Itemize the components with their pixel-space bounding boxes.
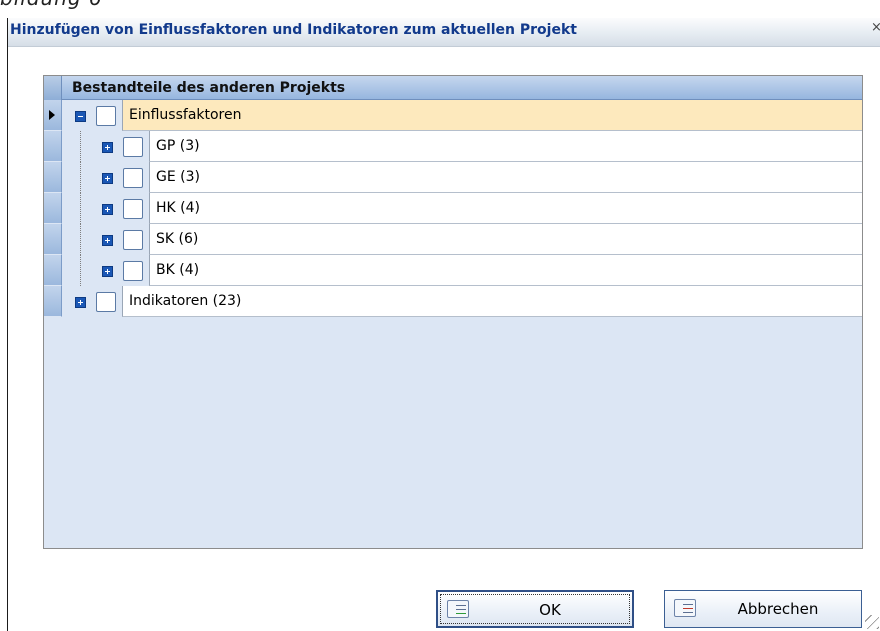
tree-row-hk[interactable]: HK (4) bbox=[44, 193, 862, 224]
cancel-button[interactable]: Abbrechen bbox=[664, 590, 862, 628]
components-tree: Bestandteile des anderen Projekts Einflu… bbox=[43, 75, 863, 549]
row-label: Einflussfaktoren bbox=[122, 100, 862, 131]
row-selector[interactable] bbox=[44, 100, 62, 131]
expand-icon[interactable] bbox=[102, 142, 113, 153]
row-label: BK (4) bbox=[149, 255, 862, 286]
tree-guide-line bbox=[80, 224, 81, 255]
row-checkbox[interactable] bbox=[96, 292, 116, 312]
tree-row-indikatoren[interactable]: Indikatoren (23) bbox=[44, 286, 862, 317]
tree-guide-line bbox=[80, 131, 81, 162]
expand-icon[interactable] bbox=[102, 235, 113, 246]
row-label: GP (3) bbox=[149, 131, 862, 162]
expand-icon[interactable] bbox=[102, 173, 113, 184]
tree-row-einflussfaktoren[interactable]: Einflussfaktoren bbox=[44, 100, 862, 131]
row-checkbox[interactable] bbox=[123, 199, 143, 219]
tree-row-bk[interactable]: BK (4) bbox=[44, 255, 862, 286]
column-header[interactable]: Bestandteile des anderen Projekts bbox=[62, 76, 862, 100]
current-row-arrow-icon bbox=[49, 110, 55, 120]
tree-row-ge[interactable]: GE (3) bbox=[44, 162, 862, 193]
row-label: HK (4) bbox=[149, 193, 862, 224]
row-checkbox[interactable] bbox=[123, 168, 143, 188]
dialog-title: Hinzufügen von Einflussfaktoren und Indi… bbox=[10, 22, 577, 38]
checklist-icon bbox=[447, 600, 469, 618]
figure-caption: bildung 6 bbox=[0, 0, 103, 10]
row-label: Indikatoren (23) bbox=[122, 286, 862, 317]
resize-grip-icon[interactable] bbox=[865, 615, 879, 629]
expand-icon[interactable] bbox=[102, 266, 113, 277]
ok-button[interactable]: OK bbox=[436, 590, 634, 628]
tree-guide-line bbox=[80, 193, 81, 224]
row-selector[interactable] bbox=[44, 224, 62, 255]
row-selector[interactable] bbox=[44, 193, 62, 224]
row-checkbox[interactable] bbox=[123, 261, 143, 281]
title-bar[interactable]: Hinzufügen von Einflussfaktoren und Indi… bbox=[8, 18, 880, 47]
cancel-button-label: Abbrechen bbox=[737, 600, 819, 618]
tree-guide-line bbox=[80, 255, 81, 286]
row-selector[interactable] bbox=[44, 131, 62, 162]
collapse-icon[interactable] bbox=[75, 111, 86, 122]
row-checkbox[interactable] bbox=[123, 137, 143, 157]
header-corner bbox=[44, 76, 62, 100]
tree-header: Bestandteile des anderen Projekts bbox=[44, 76, 862, 100]
tree-guide-line bbox=[80, 162, 81, 193]
ok-button-label: OK bbox=[539, 601, 561, 619]
tree-row-sk[interactable]: SK (6) bbox=[44, 224, 862, 255]
expand-icon[interactable] bbox=[102, 204, 113, 215]
cancel-list-icon bbox=[674, 599, 696, 617]
row-label: GE (3) bbox=[149, 162, 862, 193]
dialog-content: Bestandteile des anderen Projekts Einflu… bbox=[8, 47, 880, 631]
close-icon[interactable]: × bbox=[871, 20, 880, 36]
row-selector[interactable] bbox=[44, 162, 62, 193]
add-factors-dialog: Hinzufügen von Einflussfaktoren und Indi… bbox=[7, 18, 880, 631]
row-checkbox[interactable] bbox=[96, 106, 116, 126]
expand-icon[interactable] bbox=[75, 297, 86, 308]
row-selector[interactable] bbox=[44, 286, 62, 317]
row-checkbox[interactable] bbox=[123, 230, 143, 250]
tree-row-gp[interactable]: GP (3) bbox=[44, 131, 862, 162]
row-selector[interactable] bbox=[44, 255, 62, 286]
row-label: SK (6) bbox=[149, 224, 862, 255]
